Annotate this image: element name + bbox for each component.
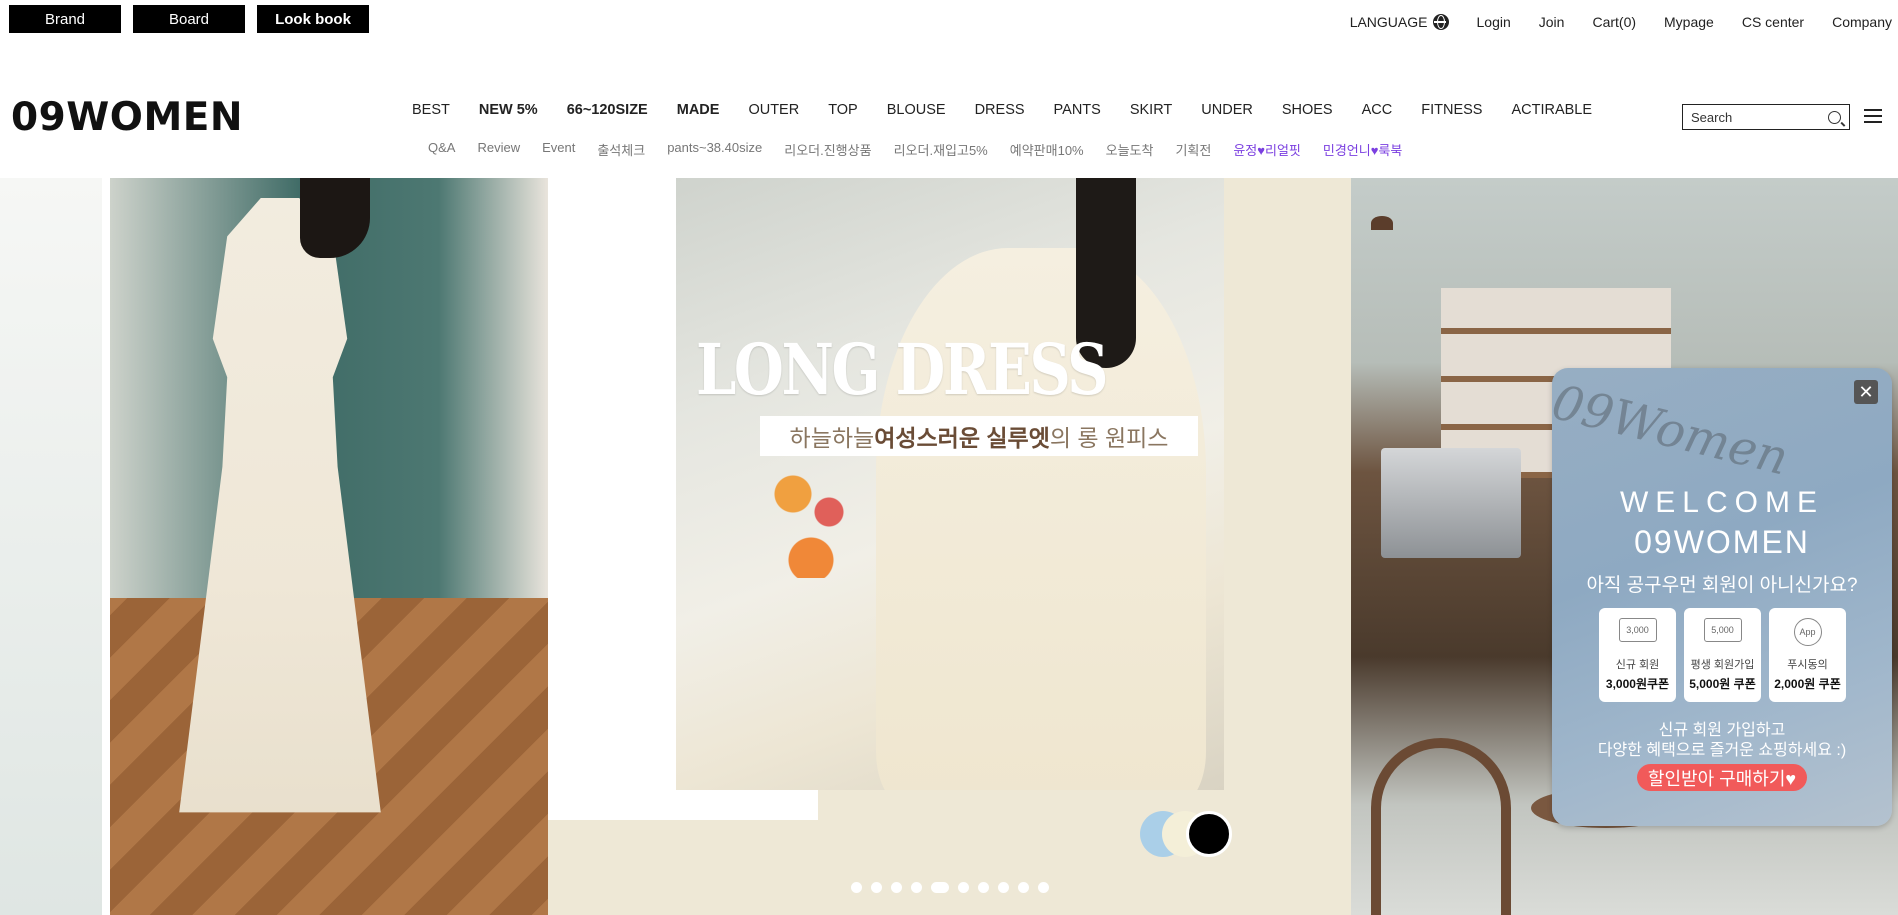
subnav-attendance[interactable]: 출석체크 (597, 140, 645, 159)
slide-dot[interactable] (931, 882, 949, 893)
popup-close-icon[interactable]: ✕ (1854, 380, 1878, 404)
nav-blouse[interactable]: BLOUSE (887, 102, 946, 118)
subtitle-bold: 여성스러운 실루엣 (874, 425, 1050, 451)
join-link[interactable]: Join (1539, 14, 1565, 30)
coupon-label: 평생 회원가입 (1690, 659, 1755, 671)
coupon-new-member[interactable]: 3,000 신규 회원 3,000원쿠폰 (1599, 608, 1676, 702)
slide-pagination (851, 882, 1049, 893)
hamburger-menu-icon[interactable] (1864, 109, 1882, 123)
mypage-link[interactable]: Mypage (1664, 14, 1714, 30)
subnav-reorder[interactable]: 리오더.진행상품 (784, 140, 871, 159)
subtitle-pre: 하늘하늘 (789, 425, 875, 451)
globe-icon (1432, 14, 1449, 30)
main-nav: BEST NEW 5% 66~120SIZE MADE OUTER TOP BL… (412, 102, 1621, 118)
nav-acc[interactable]: ACC (1362, 102, 1393, 118)
subnav-event[interactable]: Event (542, 140, 575, 159)
coupon-ticket-icon: 3,000 (1618, 618, 1657, 642)
board-button[interactable]: Board (133, 5, 245, 33)
slide-dot[interactable] (958, 882, 969, 893)
nav-new[interactable]: NEW 5% (479, 102, 538, 118)
utility-right: LANGUAGE Login Join Cart(0) Mypage CS ce… (1350, 14, 1892, 30)
model-dress (179, 198, 381, 813)
coupon-lifetime-member[interactable]: 5,000 평생 회원가입 5,000원 쿠폰 (1684, 608, 1761, 702)
coupon-label: 신규 회원 (1615, 659, 1660, 671)
slide-dot[interactable] (851, 882, 862, 893)
popup-welcome: WELCOME (1619, 486, 1824, 519)
app-icon: App (1793, 618, 1822, 646)
pendant-lamp (1371, 216, 1393, 230)
model-hair (300, 178, 370, 258)
slide-dot[interactable] (891, 882, 902, 893)
slide-dot[interactable] (978, 882, 989, 893)
nav-under[interactable]: UNDER (1201, 102, 1253, 118)
popup-desc-line2: 다양한 혜택으로 즐거운 쇼핑하세요 :) (1597, 742, 1847, 759)
slide-dot[interactable] (998, 882, 1009, 893)
color-swatches (1140, 811, 1240, 857)
nav-size[interactable]: 66~120SIZE (567, 102, 648, 118)
search-icon[interactable] (1828, 110, 1841, 124)
coupon-ticket-icon: 5,000 (1703, 618, 1742, 642)
site-logo[interactable]: 09WOMEN (11, 95, 243, 140)
nav-shoes[interactable]: SHOES (1282, 102, 1333, 118)
hero-left-photo[interactable] (0, 178, 548, 915)
brand-button[interactable]: Brand (9, 5, 121, 33)
popup-question: 아직 공구우먼 회원이 아니신가요? (1586, 575, 1858, 596)
subnav-qna[interactable]: Q&A (428, 140, 455, 159)
slide-dot[interactable] (871, 882, 882, 893)
coupon-value: 3,000원쿠폰 (1605, 677, 1670, 691)
welcome-popup: 09Women ✕ WELCOME 09WOMEN 아직 공구우먼 회원이 아니… (1552, 368, 1892, 826)
coupon-value: 2,000원 쿠폰 (1774, 677, 1841, 691)
coffee-machine (1381, 448, 1521, 558)
subnav-realfit[interactable]: 윤정♥리얼핏 (1233, 140, 1301, 159)
nav-outer[interactable]: OUTER (748, 102, 799, 118)
nav-pants[interactable]: PANTS (1054, 102, 1101, 118)
nav-skirt[interactable]: SKIRT (1130, 102, 1172, 118)
subnav-review[interactable]: Review (477, 140, 520, 159)
subnav-restock[interactable]: 리오더.재입고5% (894, 140, 988, 159)
subnav-special[interactable]: 기획전 (1175, 140, 1211, 159)
search-input[interactable] (1691, 109, 1821, 125)
language-label: LANGUAGE (1349, 14, 1428, 30)
popup-brand: 09WOMEN (1634, 524, 1810, 560)
subnav-pants-size[interactable]: pants~38.40size (667, 140, 762, 159)
slide-title: LONG DRESS (696, 328, 1109, 411)
slide-dot[interactable] (911, 882, 922, 893)
nav-best[interactable]: BEST (412, 102, 450, 118)
nav-dress[interactable]: DRESS (975, 102, 1025, 118)
coupon-push-consent[interactable]: App 푸시동의 2,000원 쿠폰 (1769, 608, 1846, 702)
subnav-lookbook[interactable]: 민경언니♥룩북 (1323, 140, 1402, 159)
search-box (1682, 104, 1850, 130)
utility-left: Brand Board Look book (9, 5, 369, 33)
cafe-chair (1371, 738, 1511, 915)
language-selector[interactable]: LANGUAGE (1350, 14, 1449, 30)
sub-nav: Q&A Review Event 출석체크 pants~38.40size 리오… (428, 140, 1424, 159)
lookbook-button[interactable]: Look book (257, 5, 369, 33)
hero-center-slide[interactable]: LONG DRESS 하늘하늘 여성스러운 실루엣 의 롱 원피스 (548, 178, 1351, 915)
popup-script-logo: 09Women (1552, 374, 1794, 487)
cs-center-link[interactable]: CS center (1742, 14, 1804, 30)
cart-link[interactable]: Cart(0) (1592, 14, 1636, 30)
slide-dot[interactable] (1038, 882, 1049, 893)
window-frame (0, 178, 110, 915)
slide-subtitle: 하늘하늘 여성스러운 실루엣 의 롱 원피스 (760, 416, 1198, 456)
nav-top[interactable]: TOP (828, 102, 858, 118)
nav-fitness[interactable]: FITNESS (1421, 102, 1482, 118)
nav-made[interactable]: MADE (677, 102, 720, 118)
login-link[interactable]: Login (1477, 14, 1511, 30)
subnav-presale[interactable]: 예약판매10% (1010, 140, 1084, 159)
coupon-value: 5,000원 쿠폰 (1689, 677, 1756, 691)
subtitle-post: 의 롱 원피스 (1049, 425, 1169, 451)
coupon-list: 3,000 신규 회원 3,000원쿠폰 5,000 평생 회원가입 5,000… (1599, 608, 1846, 702)
company-link[interactable]: Company (1832, 14, 1892, 30)
slide-dot[interactable] (1018, 882, 1029, 893)
nav-actirable[interactable]: ACTIRABLE (1511, 102, 1592, 118)
discount-purchase-button[interactable]: 할인받아 구매하기♥ (1637, 764, 1807, 791)
coupon-label: 푸시동의 (1787, 659, 1828, 671)
swatch-black[interactable] (1186, 811, 1232, 857)
flower-vase (766, 458, 856, 578)
subnav-today-arrival[interactable]: 오늘도착 (1106, 140, 1154, 159)
slide-photo (676, 178, 1224, 790)
